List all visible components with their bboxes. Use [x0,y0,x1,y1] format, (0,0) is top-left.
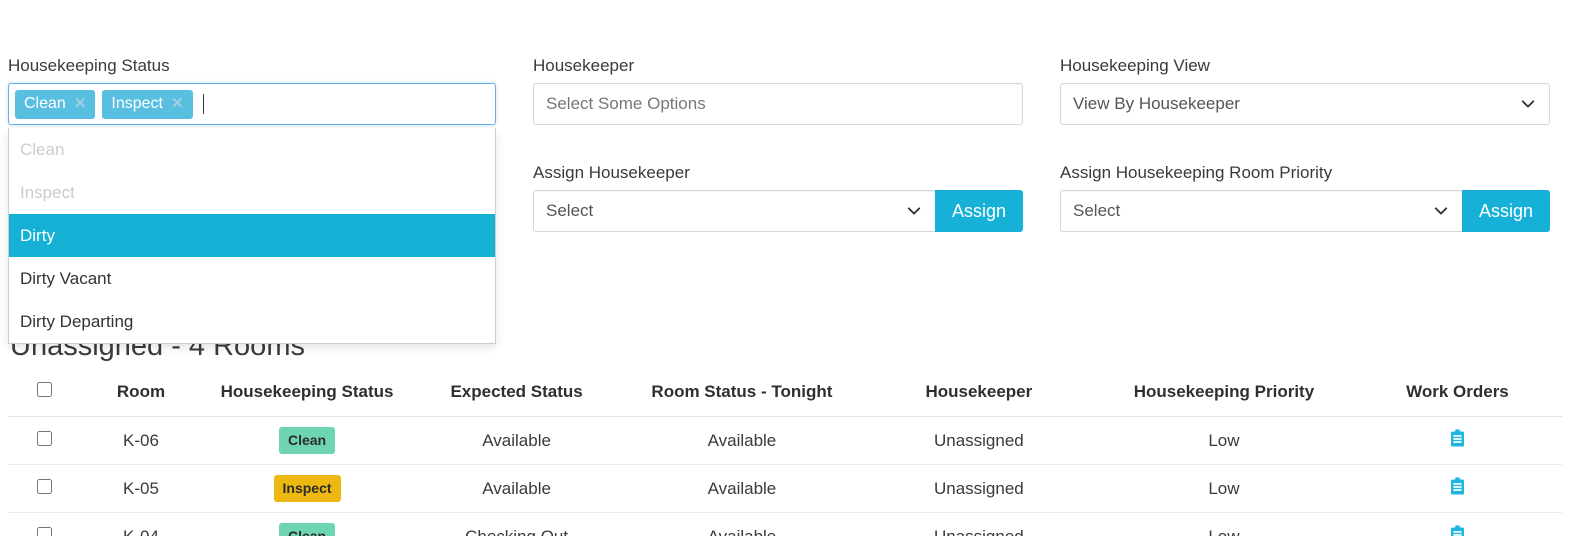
table-row[interactable]: K-04 Clean Checking Out Available Unassigned… [8,512,1562,536]
remove-tag-icon[interactable]: ✕ [74,96,87,111]
housekeeping-status-label: Housekeeping Status [8,56,170,75]
cell-work-orders [1352,464,1562,513]
housekeeping-view-select[interactable]: View By Housekeeper [1060,83,1550,125]
option-dirty-vacant[interactable]: Dirty Vacant [9,257,495,300]
select-all-checkbox[interactable] [36,382,52,397]
status-badge: Inspect [273,475,341,502]
cell-work-orders [1352,416,1562,465]
selected-tag-label: Inspect [111,94,163,112]
assign-room-priority-select[interactable]: Select [1060,190,1462,232]
housekeeper-field: Housekeeper Select Some Options [533,55,1023,125]
cell-housekeeper: Unassigned [862,512,1096,536]
assign-housekeeper-select[interactable]: Select [533,190,935,232]
cell-room: K-05 [80,464,202,513]
housekeeper-label: Housekeeper [533,56,635,75]
header-expected-status: Expected Status [412,378,622,417]
rooms-table-head: Room Housekeeping Status Expected Status… [8,378,1562,417]
option-dirty-departing[interactable]: Dirty Departing [9,300,495,343]
table-row[interactable]: K-06 Clean Available Available Unassigned Low [8,416,1562,465]
table-header-row: Room Housekeeping Status Expected Status… [8,378,1562,417]
row-select-cell [8,512,81,536]
cell-housekeeping-status: Inspect [201,464,413,513]
clipboard-icon[interactable] [1450,477,1465,495]
header-work-orders: Work Orders [1352,378,1562,417]
assign-room-priority-row: Select Assign [1060,190,1550,232]
cell-housekeeping-status: Clean [201,512,413,536]
header-housekeeping-status: Housekeeping Status [201,378,413,417]
housekeeping-view-value: View By Housekeeper [1073,94,1240,113]
rooms-table: Room Housekeeping Status Expected Status… [8,378,1562,536]
clipboard-icon[interactable] [1450,525,1465,536]
cell-housekeeping-priority: Low [1095,416,1353,465]
cell-housekeeping-priority: Low [1095,464,1353,513]
cell-room-status-tonight: Available [621,464,863,513]
assign-housekeeper-field: Assign Housekeeper Select Assign [533,162,1023,232]
assign-housekeeper-value: Select [546,201,594,220]
housekeeping-status-multiselect[interactable]: Clean ✕ Inspect ✕ [8,83,496,125]
housekeeping-page: Housekeeping Status Clean ✕ Inspect ✕ Ho… [0,0,1570,536]
text-cursor [202,94,204,114]
assign-room-priority-field: Assign Housekeeping Room Priority Select… [1060,162,1550,232]
assign-room-priority-label: Assign Housekeeping Room Priority [1060,163,1333,182]
assign-housekeeper-row: Select Assign [533,190,1023,232]
header-room-status-tonight: Room Status - Tonight [621,378,863,417]
cell-housekeeping-priority: Low [1095,512,1353,536]
row-select-checkbox[interactable] [36,430,52,446]
status-badge: Clean [278,523,336,536]
selected-tag-clean[interactable]: Clean ✕ [15,89,96,119]
housekeeping-status-options-panel[interactable]: Clean Inspect Dirty Dirty Vacant Dirty D… [8,128,496,344]
row-select-checkbox[interactable] [36,526,52,536]
cell-expected-status: Available [412,416,622,465]
row-select-checkbox[interactable] [36,478,52,494]
cell-room: K-06 [80,416,202,465]
selected-tag-label: Clean [24,94,66,112]
cell-housekeeping-status: Clean [201,416,413,465]
header-room: Room [80,378,202,417]
option-clean: Clean [20,140,65,159]
chevron-down-icon [907,207,921,215]
assign-housekeeper-label: Assign Housekeeper [533,163,690,182]
housekeeper-multiselect[interactable]: Select Some Options [533,83,1023,125]
rooms-table-body: K-06 Clean Available Available Unassigned Low… [8,416,1562,536]
housekeeper-placeholder: Select Some Options [546,94,706,113]
cell-expected-status: Checking Out [412,512,622,536]
assign-room-priority-button[interactable]: Assign [1461,190,1550,232]
assign-housekeeper-button[interactable]: Assign [934,190,1023,232]
remove-tag-icon[interactable]: ✕ [171,96,184,111]
housekeeping-view-label: Housekeeping View [1060,56,1210,75]
housekeeping-view-field: Housekeeping View View By Housekeeper [1060,55,1550,125]
cell-room-status-tonight: Available [621,512,863,536]
assign-room-priority-value: Select [1073,201,1121,220]
housekeeping-status-field: Housekeeping Status Clean ✕ Inspect ✕ [8,55,496,125]
row-select-cell [8,464,81,513]
clipboard-icon[interactable] [1450,429,1465,447]
selected-tag-inspect[interactable]: Inspect ✕ [102,89,193,119]
chevron-down-icon [1521,100,1535,108]
cell-work-orders [1352,512,1562,536]
cell-room: K-04 [80,512,202,536]
cell-expected-status: Available [412,464,622,513]
table-row[interactable]: K-05 Inspect Available Available Unassigned L… [8,464,1562,513]
cell-housekeeper: Unassigned [862,464,1096,513]
header-housekeeper: Housekeeper [862,378,1096,417]
chevron-down-icon [1434,207,1448,215]
option-dirty[interactable]: Dirty [9,214,495,257]
cell-housekeeper: Unassigned [862,416,1096,465]
cell-room-status-tonight: Available [621,416,863,465]
header-housekeeping-priority: Housekeeping Priority [1095,378,1353,417]
select-all-header [8,378,81,417]
option-inspect: Inspect [20,183,75,202]
row-select-cell [8,416,81,465]
status-badge: Clean [278,427,336,454]
